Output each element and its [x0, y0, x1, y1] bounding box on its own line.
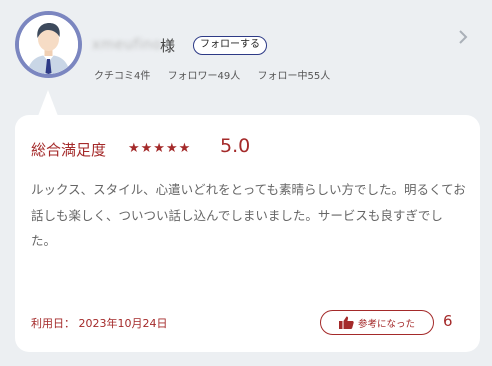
visit-date: 利用日： 2023年10月24日	[31, 317, 168, 330]
review-card: 総合満足度 ★★★★★ 5.0 ルックス、スタイル、心遣いどれをとっても素晴らし…	[15, 115, 480, 352]
avatar[interactable]	[15, 11, 82, 78]
reviewer-stats: クチコミ4件 フォロワー49人 フォロー中55人	[94, 67, 344, 82]
helpful-count: 6	[443, 312, 453, 330]
chevron-right-icon[interactable]	[458, 29, 468, 50]
card-pointer	[38, 90, 58, 116]
username[interactable]: xmeufino	[92, 37, 162, 53]
follower-count[interactable]: フォロワー49人	[168, 71, 241, 82]
review-text: ルックス、スタイル、心遣いどれをとっても素晴らしい方でした。明るくてお話しも楽し…	[31, 182, 466, 248]
review-count[interactable]: クチコミ4件	[94, 71, 150, 82]
helpful-label: 参考になった	[357, 318, 415, 330]
following-count[interactable]: フォロー中55人	[257, 71, 330, 82]
reviewer-header: xmeufino 様 フォローする クチコミ4件 フォロワー49人 フォロー中5…	[0, 0, 492, 116]
honorific: 様	[160, 37, 176, 55]
follow-button[interactable]: フォローする	[193, 36, 267, 55]
user-avatar-icon	[19, 15, 78, 74]
rating-score: 5.0	[220, 135, 251, 157]
helpful-button[interactable]: 参考になった	[320, 310, 434, 335]
star-rating: ★★★★★	[128, 141, 192, 156]
avatar-image	[19, 15, 78, 74]
rating-label: 総合満足度	[31, 141, 107, 159]
thumbs-up-icon	[338, 316, 354, 329]
